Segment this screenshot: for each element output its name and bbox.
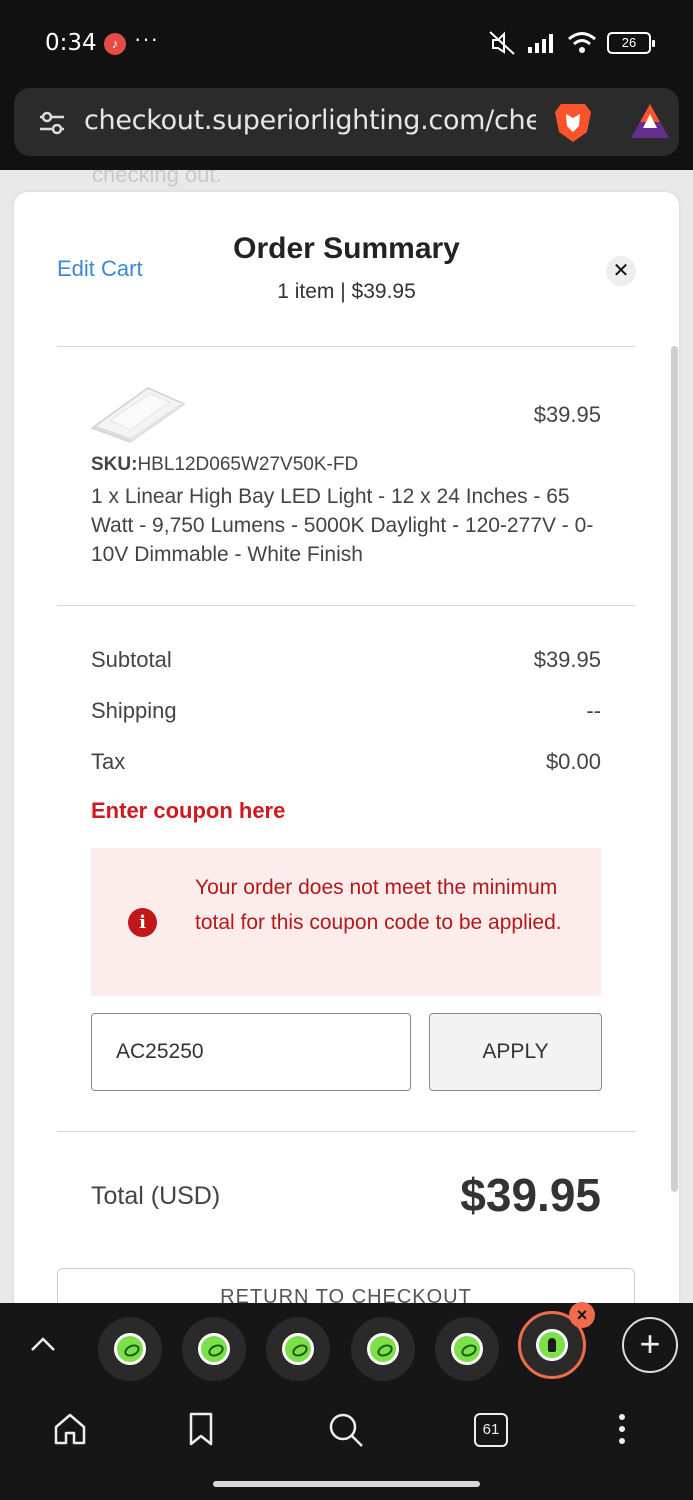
tab-thumbnail[interactable] <box>351 1317 415 1381</box>
more-notifications-icon: ··· <box>134 26 159 51</box>
coupon-code-input[interactable]: AC25250 <box>91 1013 411 1091</box>
site-favicon-icon <box>114 1333 146 1365</box>
tab-thumbnail[interactable] <box>182 1317 246 1381</box>
site-favicon-icon <box>367 1333 399 1365</box>
new-tab-button[interactable]: + <box>622 1317 678 1373</box>
coupon-error-message: Your order does not meet the minimum tot… <box>195 876 562 934</box>
divider <box>57 346 635 347</box>
return-to-checkout-button[interactable]: RETURN TO CHECKOUT <box>57 1268 635 1303</box>
tab-count-button[interactable]: 61 <box>474 1413 508 1447</box>
tab-thumbnail[interactable] <box>98 1317 162 1381</box>
item-sku: SKU:HBL12D065W27V50K-FD <box>91 454 358 476</box>
tab-strip: × + <box>0 1302 693 1387</box>
total-value: $39.95 <box>460 1169 601 1221</box>
music-app-notification-icon: ♪ <box>104 33 126 55</box>
signal-icon <box>528 34 553 53</box>
chevron-up-icon[interactable] <box>30 1331 56 1357</box>
status-bar: 0:34 ♪ ··· 26 <box>0 0 693 88</box>
wifi-icon <box>568 32 596 53</box>
site-favicon-icon <box>198 1333 230 1365</box>
shipping-value: -- <box>586 698 601 723</box>
sku-label: SKU: <box>91 454 138 475</box>
item-description: 1 x Linear High Bay LED Light - 12 x 24 … <box>91 485 594 566</box>
tax-value: $0.00 <box>545 749 601 774</box>
order-summary-panel: Order Summary Edit Cart 1 item | $39.95 … <box>14 192 679 1303</box>
site-settings-icon[interactable] <box>38 109 66 137</box>
url-text[interactable]: checkout.superiorlighting.com/chec <box>84 105 536 136</box>
close-button[interactable]: ✕ <box>606 256 636 286</box>
site-favicon-icon <box>451 1333 483 1365</box>
active-tab-thumbnail[interactable]: × <box>518 1302 595 1379</box>
status-time: 0:34 <box>45 30 97 56</box>
home-icon[interactable] <box>52 1411 88 1447</box>
site-favicon-icon <box>282 1333 314 1365</box>
divider <box>57 605 635 606</box>
brave-rewards-icon[interactable] <box>629 102 671 140</box>
apply-coupon-button[interactable]: APPLY <box>429 1013 602 1091</box>
mute-icon <box>489 31 515 55</box>
bottom-navigation: 61 <box>0 1387 693 1500</box>
info-icon: i <box>128 908 157 937</box>
tab-thumbnail[interactable] <box>435 1317 499 1381</box>
enter-coupon-link[interactable]: Enter coupon here <box>91 798 285 824</box>
item-price: $39.95 <box>533 402 601 427</box>
brave-shields-icon[interactable] <box>553 100 593 144</box>
tab-thumbnail[interactable] <box>266 1317 330 1381</box>
subtotal-label: Subtotal <box>91 647 172 672</box>
edit-cart-link[interactable]: Edit Cart <box>57 256 143 282</box>
sku-value: HBL12D065W27V50K-FD <box>137 454 359 475</box>
bookmark-icon[interactable] <box>186 1411 216 1447</box>
gesture-bar[interactable] <box>213 1481 480 1487</box>
battery-icon: 26 <box>607 32 655 54</box>
scrollbar[interactable] <box>671 346 678 1192</box>
subtotal-value: $39.95 <box>533 647 601 672</box>
background-text: checking out. <box>92 170 222 187</box>
menu-icon[interactable] <box>614 1411 630 1447</box>
divider <box>57 1131 635 1132</box>
order-subtitle: 1 item | $39.95 <box>277 280 416 303</box>
total-label: Total (USD) <box>91 1182 221 1210</box>
shipping-label: Shipping <box>91 698 177 723</box>
status-icons: 26 <box>487 30 655 56</box>
coupon-error-alert: i Your order does not meet the minimum t… <box>91 848 601 996</box>
lightbulb-favicon-icon <box>536 1329 568 1361</box>
web-page: checking out. Order Summary Edit Cart 1 … <box>0 170 693 1303</box>
search-icon[interactable] <box>327 1411 365 1449</box>
tax-label: Tax <box>91 749 126 774</box>
close-tab-icon[interactable]: × <box>569 1302 595 1328</box>
product-image <box>90 387 186 443</box>
address-bar[interactable]: checkout.superiorlighting.com/chec <box>14 88 679 156</box>
